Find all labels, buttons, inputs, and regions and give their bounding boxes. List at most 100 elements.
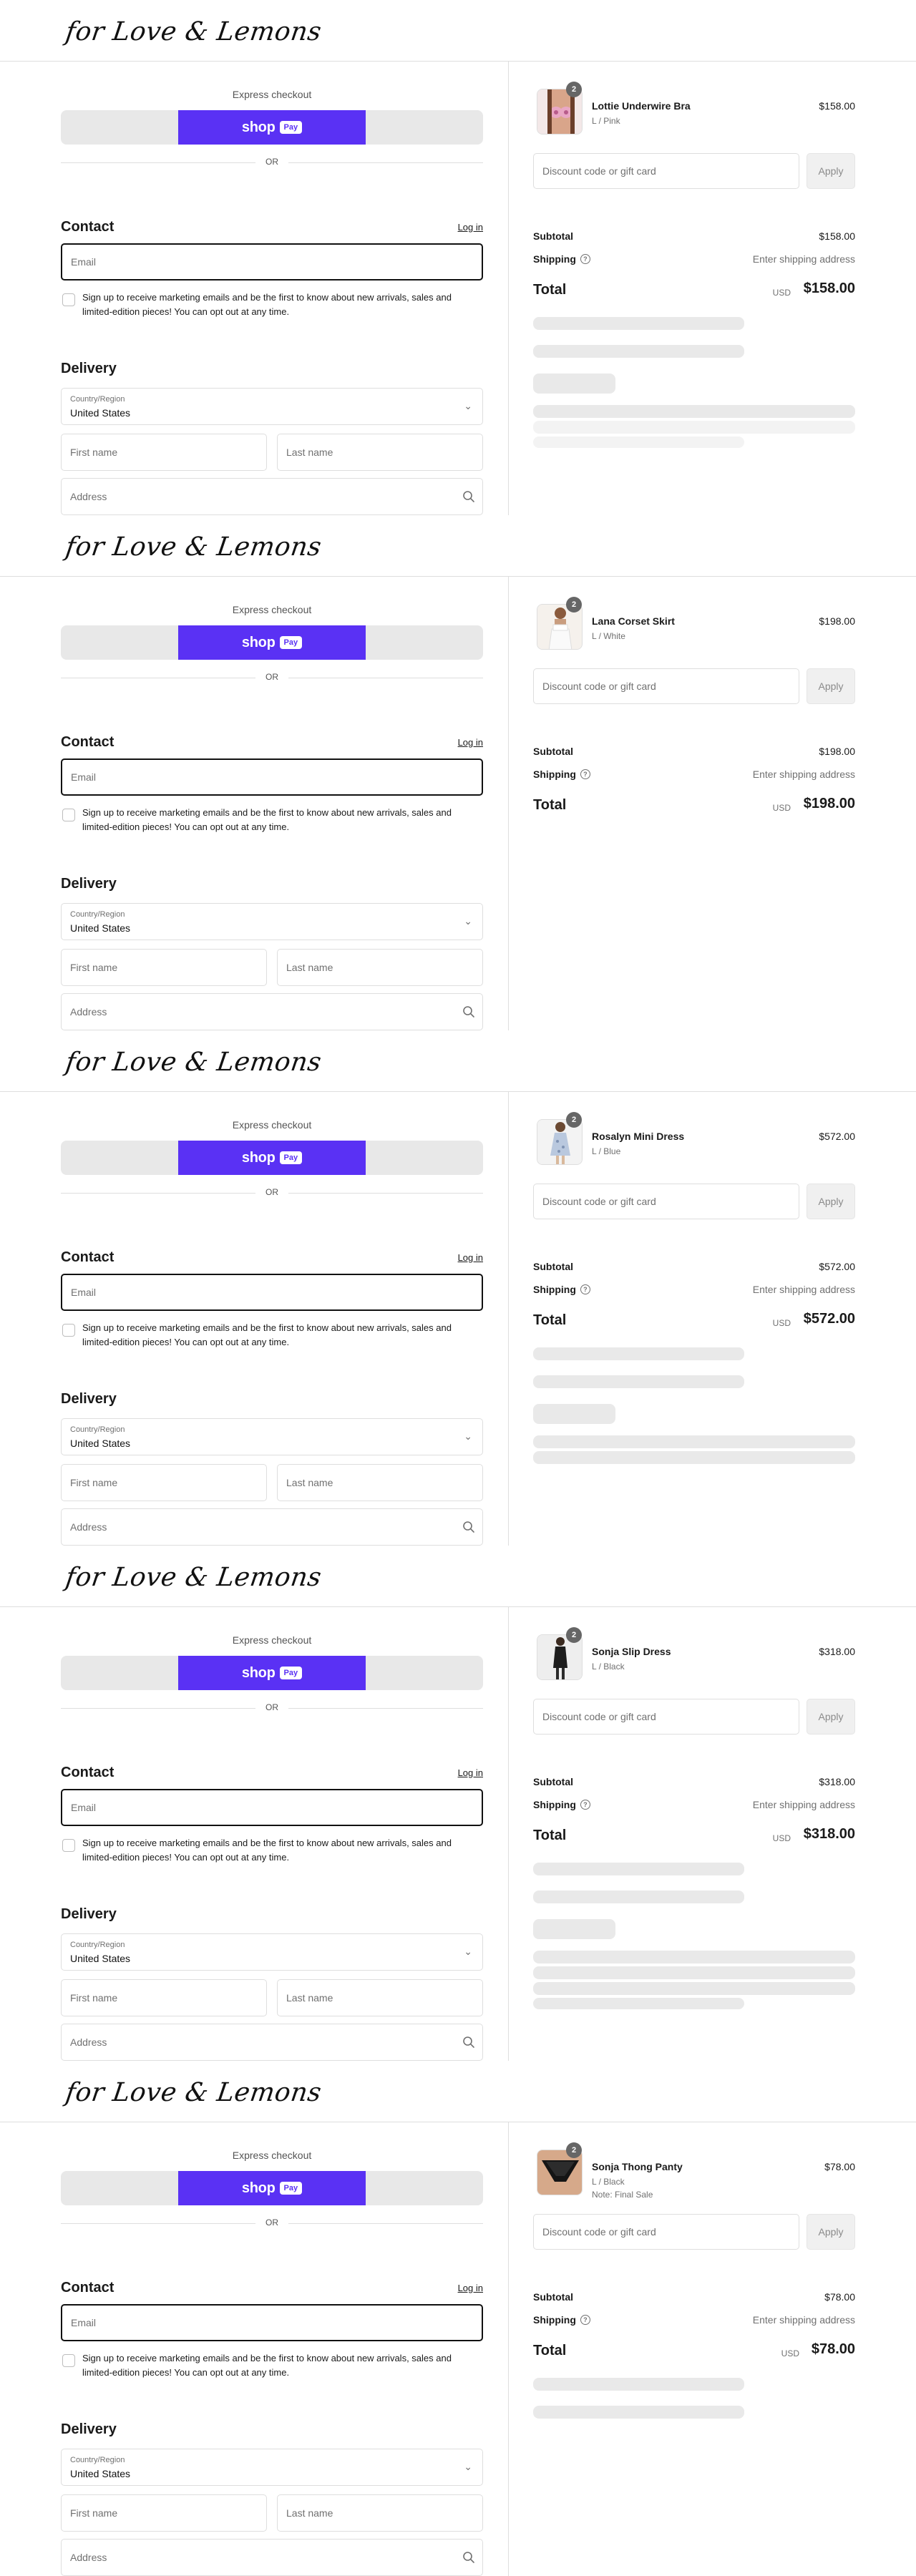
last-name-field[interactable] bbox=[277, 1464, 483, 1501]
or-text: OR bbox=[255, 2218, 288, 2228]
product-name: Lottie Underwire Bra bbox=[592, 100, 691, 112]
apply-discount-button[interactable]: Apply bbox=[807, 668, 855, 704]
country-select[interactable]: Country/Region United States ⌄ bbox=[61, 903, 483, 940]
checkout-screen: for Love & Lemons Express checkout shop … bbox=[0, 1546, 916, 2061]
chevron-down-icon: ⌄ bbox=[464, 2461, 472, 2472]
email-field[interactable] bbox=[61, 1789, 483, 1826]
loading-skeleton bbox=[533, 421, 855, 434]
last-name-field[interactable] bbox=[277, 2494, 483, 2532]
shop-pay-button[interactable]: shop Pay bbox=[178, 1141, 366, 1175]
shop-pay-button[interactable]: shop Pay bbox=[178, 2171, 366, 2205]
question-circle-icon[interactable]: ? bbox=[580, 769, 590, 779]
total-currency: USD bbox=[772, 1318, 791, 1328]
brand-logo[interactable]: for Love & Lemons bbox=[64, 532, 323, 562]
site-header: for Love & Lemons bbox=[0, 2061, 916, 2122]
email-field[interactable] bbox=[61, 2304, 483, 2341]
brand-logo[interactable]: for Love & Lemons bbox=[64, 2078, 323, 2107]
log-in-link[interactable]: Log in bbox=[458, 1767, 483, 1778]
brand-logo[interactable]: for Love & Lemons bbox=[64, 1563, 323, 1592]
log-in-link[interactable]: Log in bbox=[458, 2283, 483, 2293]
loading-skeleton bbox=[533, 1982, 855, 1995]
checkout-screen: for Love & Lemons Express checkout shop … bbox=[0, 1030, 916, 1546]
first-name-field[interactable] bbox=[61, 1464, 267, 1501]
or-text: OR bbox=[255, 1702, 288, 1712]
question-circle-icon[interactable]: ? bbox=[580, 1800, 590, 1810]
total-label: Total bbox=[533, 1828, 567, 1843]
country-value: United States bbox=[70, 1953, 131, 1964]
question-circle-icon[interactable]: ? bbox=[580, 2315, 590, 2325]
brand-logo[interactable]: for Love & Lemons bbox=[64, 1048, 323, 1077]
log-in-link[interactable]: Log in bbox=[458, 222, 483, 233]
last-name-field[interactable] bbox=[277, 434, 483, 471]
chevron-down-icon: ⌄ bbox=[464, 1946, 472, 1957]
subtotal-value: $318.00 bbox=[819, 1776, 855, 1787]
log-in-link[interactable]: Log in bbox=[458, 1252, 483, 1263]
log-in-link[interactable]: Log in bbox=[458, 737, 483, 748]
discount-code-field[interactable] bbox=[533, 668, 799, 704]
country-select[interactable]: Country/Region United States ⌄ bbox=[61, 1418, 483, 1455]
subtotal-label: Subtotal bbox=[533, 1776, 573, 1787]
email-field[interactable] bbox=[61, 1274, 483, 1311]
total-value: $572.00 bbox=[803, 1311, 855, 1327]
marketing-opt-in-label: Sign up to receive marketing emails and … bbox=[82, 807, 452, 832]
marketing-checkbox[interactable] bbox=[62, 2354, 75, 2367]
apply-discount-button[interactable]: Apply bbox=[807, 1699, 855, 1735]
marketing-checkbox[interactable] bbox=[62, 293, 75, 306]
quantity-badge: 2 bbox=[566, 2142, 582, 2158]
site-header: for Love & Lemons bbox=[0, 1546, 916, 1607]
last-name-field[interactable] bbox=[277, 949, 483, 986]
country-select[interactable]: Country/Region United States ⌄ bbox=[61, 1933, 483, 1971]
apply-discount-button[interactable]: Apply bbox=[807, 2214, 855, 2250]
contact-heading: Contact bbox=[61, 219, 114, 235]
email-field[interactable] bbox=[61, 758, 483, 796]
quantity-badge: 2 bbox=[566, 82, 582, 97]
shop-pay-button[interactable]: shop Pay bbox=[178, 110, 366, 145]
total-label: Total bbox=[533, 282, 567, 298]
product-price: $572.00 bbox=[819, 1131, 855, 1142]
checkout-screen: for Love & Lemons Express checkout shop … bbox=[0, 515, 916, 1030]
checkout-body: Express checkout shop Pay OR Contact Log… bbox=[0, 1092, 916, 1546]
address-field[interactable] bbox=[61, 993, 483, 1030]
discount-code-field[interactable] bbox=[533, 1699, 799, 1735]
last-name-field[interactable] bbox=[277, 1979, 483, 2016]
marketing-checkbox[interactable] bbox=[62, 1324, 75, 1337]
email-field[interactable] bbox=[61, 243, 483, 280]
marketing-checkbox[interactable] bbox=[62, 1839, 75, 1852]
first-name-field[interactable] bbox=[61, 1979, 267, 2016]
discount-code-field[interactable] bbox=[533, 2214, 799, 2250]
shipping-value: Enter shipping address bbox=[752, 2314, 855, 2326]
discount-code-field[interactable] bbox=[533, 1184, 799, 1219]
total-currency: USD bbox=[772, 1833, 791, 1843]
brand-logo[interactable]: for Love & Lemons bbox=[64, 17, 323, 47]
first-name-field[interactable] bbox=[61, 2494, 267, 2532]
question-circle-icon[interactable]: ? bbox=[580, 254, 590, 264]
question-circle-icon[interactable]: ? bbox=[580, 1284, 590, 1294]
site-header: for Love & Lemons bbox=[0, 515, 916, 577]
country-select[interactable]: Country/Region United States ⌄ bbox=[61, 388, 483, 425]
shop-pay-button[interactable]: shop Pay bbox=[178, 625, 366, 660]
first-name-field[interactable] bbox=[61, 949, 267, 986]
checkout-page-stack: for Love & Lemons Express checkout shop … bbox=[0, 0, 916, 2576]
first-name-field[interactable] bbox=[61, 434, 267, 471]
delivery-heading: Delivery bbox=[61, 876, 117, 892]
apply-discount-button[interactable]: Apply bbox=[807, 153, 855, 189]
total-currency: USD bbox=[772, 288, 791, 298]
column-divider bbox=[508, 62, 509, 515]
delivery-heading: Delivery bbox=[61, 2421, 117, 2437]
column-divider bbox=[508, 1092, 509, 1546]
shipping-label: Shipping bbox=[533, 1284, 576, 1295]
marketing-checkbox[interactable] bbox=[62, 809, 75, 821]
address-field[interactable] bbox=[61, 2539, 483, 2576]
loading-skeleton bbox=[533, 1951, 855, 1963]
address-field[interactable] bbox=[61, 1508, 483, 1546]
discount-code-field[interactable] bbox=[533, 153, 799, 189]
apply-discount-button[interactable]: Apply bbox=[807, 1184, 855, 1219]
contact-heading: Contact bbox=[61, 734, 114, 750]
checkout-body: Express checkout shop Pay OR Contact Log… bbox=[0, 1607, 916, 2061]
country-select[interactable]: Country/Region United States ⌄ bbox=[61, 2449, 483, 2486]
shop-pay-wordmark: shop bbox=[241, 119, 276, 135]
address-field[interactable] bbox=[61, 2024, 483, 2061]
address-field[interactable] bbox=[61, 478, 483, 515]
shop-pay-button[interactable]: shop Pay bbox=[178, 1656, 366, 1690]
column-divider bbox=[508, 1607, 509, 2061]
